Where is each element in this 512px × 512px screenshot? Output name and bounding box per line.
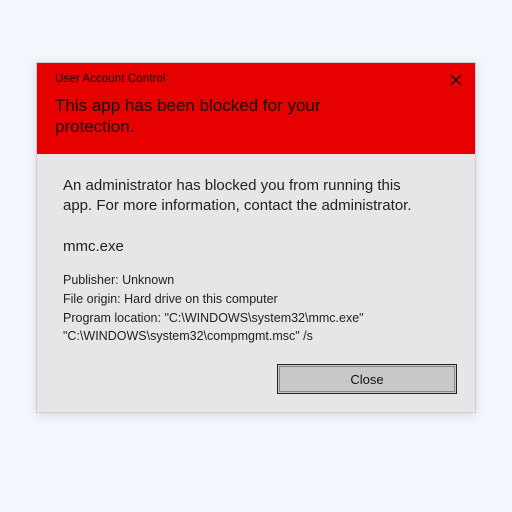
details-block: Publisher: Unknown File origin: Hard dri…: [63, 271, 443, 346]
origin-row: File origin: Hard drive on this computer: [63, 290, 443, 309]
dialog-header: User Account Control This app has been b…: [37, 63, 475, 154]
location-row: Program location: "C:\WINDOWS\system32\m…: [63, 309, 443, 347]
dialog-title: User Account Control: [55, 73, 461, 85]
close-button[interactable]: Close: [277, 364, 457, 394]
blocked-app-name: mmc.exe: [63, 238, 449, 255]
uac-dialog: User Account Control This app has been b…: [36, 62, 476, 413]
origin-value: Hard drive on this computer: [124, 292, 278, 306]
publisher-row: Publisher: Unknown: [63, 271, 443, 290]
publisher-label: Publisher:: [63, 273, 119, 287]
publisher-value: Unknown: [122, 273, 174, 287]
dialog-body: An administrator has blocked you from ru…: [37, 154, 475, 355]
dialog-footer: Close: [37, 354, 475, 412]
close-icon[interactable]: [447, 71, 465, 89]
location-label: Program location:: [63, 311, 161, 325]
stage: User Account Control This app has been b…: [0, 0, 512, 512]
dialog-heading: This app has been blocked for your prote…: [55, 95, 395, 138]
body-message: An administrator has blocked you from ru…: [63, 176, 423, 217]
origin-label: File origin:: [63, 292, 121, 306]
